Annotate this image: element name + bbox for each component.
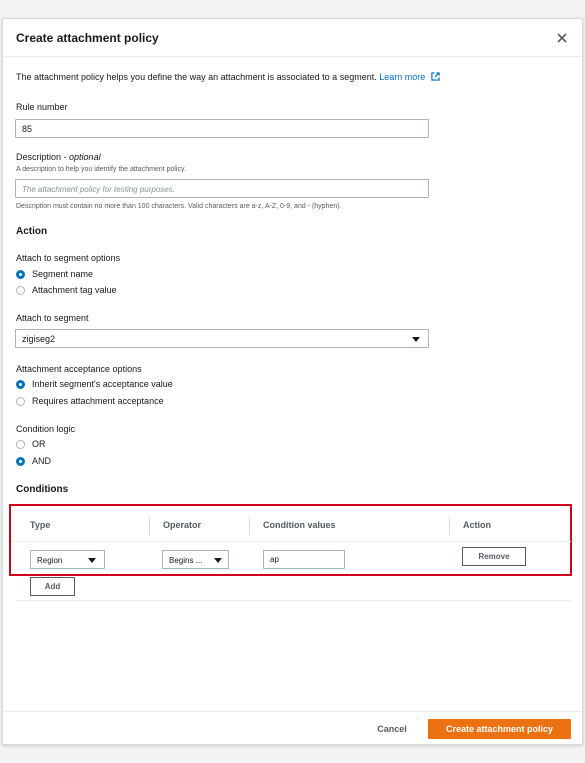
external-link-icon: [431, 72, 440, 81]
column-header-action: Action: [463, 520, 491, 530]
condition-type-select[interactable]: Region: [30, 550, 105, 569]
description-input[interactable]: [15, 179, 429, 198]
description-hint: A description to help you identify the a…: [16, 166, 186, 173]
caret-down-icon: [88, 558, 96, 563]
description-constraint: Description must contain no more than 10…: [16, 203, 342, 210]
close-icon: [557, 33, 567, 43]
rule-number-input[interactable]: [15, 119, 429, 138]
radio-button[interactable]: [16, 396, 25, 406]
radio-attachment-tag-value[interactable]: Attachment tag value: [16, 284, 117, 296]
rule-number-label: Rule number: [16, 102, 68, 112]
caret-down-icon: [412, 337, 420, 342]
radio-button[interactable]: [16, 379, 25, 389]
column-header-operator: Operator: [163, 520, 202, 530]
condition-operator-select[interactable]: Begins ...: [162, 550, 229, 569]
caret-down-icon: [214, 558, 222, 563]
create-attachment-policy-modal: Create attachment policy The attachment …: [2, 18, 583, 745]
cancel-button[interactable]: Cancel: [371, 719, 413, 739]
attach-to-segment-select[interactable]: zigiseg2: [15, 329, 429, 348]
footer-divider: [3, 711, 582, 712]
column-header-type: Type: [30, 520, 51, 530]
radio-requires-acceptance[interactable]: Requires attachment acceptance: [16, 395, 164, 407]
intro-text: The attachment policy helps you define t…: [16, 72, 440, 82]
column-header-condition-values: Condition values: [263, 520, 336, 530]
action-section-title: Action: [16, 226, 48, 237]
radio-button[interactable]: [16, 285, 25, 295]
segment-options-label: Attach to segment options: [16, 253, 121, 263]
description-label: Description - optional: [16, 152, 101, 162]
radio-button[interactable]: [16, 456, 25, 466]
radio-button[interactable]: [16, 439, 25, 449]
radio-or[interactable]: OR: [16, 438, 46, 450]
create-attachment-policy-button[interactable]: Create attachment policy: [428, 719, 571, 739]
add-condition-button[interactable]: Add: [30, 577, 75, 596]
radio-inherit-acceptance[interactable]: Inherit segment's acceptance value: [16, 378, 173, 390]
conditions-section-title: Conditions: [16, 484, 69, 495]
column-divider: [149, 517, 150, 535]
radio-button[interactable]: [16, 269, 25, 279]
condition-value-input[interactable]: [263, 550, 345, 569]
conditions-bottom-divider: [16, 600, 571, 601]
modal-title: Create attachment policy: [16, 31, 159, 45]
remove-condition-button[interactable]: Remove: [462, 547, 526, 566]
column-divider: [449, 517, 450, 535]
acceptance-options-label: Attachment acceptance options: [16, 364, 142, 374]
attach-to-segment-label: Attach to segment: [16, 313, 89, 323]
column-divider: [249, 517, 250, 535]
learn-more-link[interactable]: Learn more: [379, 72, 425, 82]
modal-header: Create attachment policy: [3, 19, 582, 57]
table-header-divider: [11, 541, 571, 542]
close-button[interactable]: [555, 31, 569, 45]
radio-and[interactable]: AND: [16, 455, 51, 467]
radio-segment-name[interactable]: Segment name: [16, 268, 93, 280]
condition-logic-label: Condition logic: [16, 424, 76, 434]
